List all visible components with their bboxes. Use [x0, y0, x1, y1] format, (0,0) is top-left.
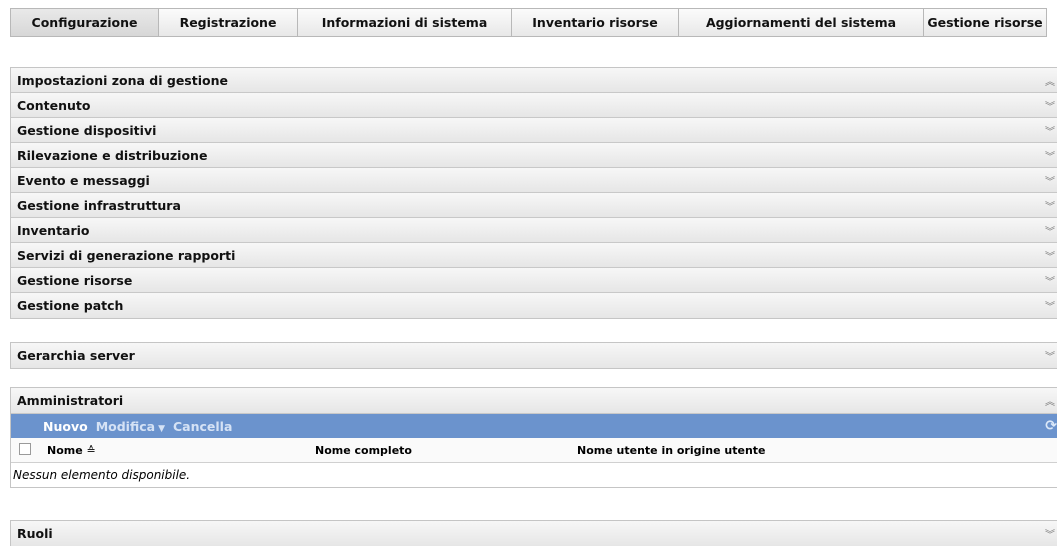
expand-icon[interactable]: ︾	[1045, 223, 1055, 238]
section-label: Ruoli	[17, 526, 53, 541]
column-label: Nome	[47, 444, 83, 457]
admin-toolbar: Nuovo Modifica ▼ Cancella ⟳	[11, 414, 1057, 438]
section-label: Rilevazione e distribuzione	[17, 147, 208, 163]
delete-button[interactable]: Cancella	[173, 419, 232, 434]
chevron-down-icon: ▼	[158, 423, 165, 434]
section-rilevazione[interactable]: Rilevazione e distribuzione ︾	[11, 143, 1057, 168]
section-label: Amministratori	[17, 393, 124, 408]
section-label: Evento e messaggi	[17, 172, 150, 188]
tab-bar: Configurazione Registrazione Informazion…	[10, 8, 1047, 38]
sort-ascending-icon: ≙	[86, 444, 96, 457]
column-nome-utente-origine[interactable]: Nome utente in origine utente	[577, 444, 766, 457]
section-inventario[interactable]: Inventario ︾	[11, 218, 1057, 243]
expand-icon[interactable]: ︾	[1045, 123, 1055, 138]
empty-message: Nessun elemento disponibile.	[11, 463, 1057, 487]
expand-icon[interactable]: ︾	[1045, 526, 1055, 541]
section-evento-messaggi[interactable]: Evento e messaggi ︾	[11, 168, 1057, 193]
expand-icon[interactable]: ︾	[1045, 98, 1055, 113]
section-label: Inventario	[17, 222, 90, 238]
section-label: Gestione dispositivi	[17, 122, 157, 138]
tab-inventario-risorse[interactable]: Inventario risorse	[512, 8, 679, 37]
edit-dropdown[interactable]: Modifica ▼	[96, 419, 165, 434]
expand-icon[interactable]: ︾	[1045, 348, 1055, 363]
new-button[interactable]: Nuovo	[43, 419, 88, 434]
section-gerarchia-server[interactable]: Gerarchia server ︾	[11, 343, 1057, 368]
zone-settings-panel: Impostazioni zona di gestione ︽ Contenuto…	[10, 67, 1057, 319]
tab-gestione-risorse[interactable]: Gestione risorse	[924, 8, 1047, 37]
section-label: Gerarchia server	[17, 348, 135, 363]
section-servizi-rapporti[interactable]: Servizi di generazione rapporti ︾	[11, 243, 1057, 268]
expand-icon[interactable]: ︾	[1045, 248, 1055, 263]
roles-panel: Ruoli ︾	[10, 520, 1057, 546]
expand-icon[interactable]: ︾	[1045, 298, 1055, 313]
section-gestione-dispositivi[interactable]: Gestione dispositivi ︾	[11, 118, 1057, 143]
section-gestione-risorse[interactable]: Gestione risorse ︾	[11, 268, 1057, 293]
column-nome-completo[interactable]: Nome completo	[315, 444, 412, 457]
collapse-icon[interactable]: ︽	[1045, 73, 1055, 88]
server-hierarchy-panel: Gerarchia server ︾	[10, 342, 1057, 369]
section-gestione-patch[interactable]: Gestione patch ︾	[11, 293, 1057, 318]
edit-label: Modifica	[95, 418, 156, 434]
expand-icon[interactable]: ︾	[1045, 148, 1055, 163]
refresh-icon[interactable]: ⟳	[1045, 418, 1057, 434]
section-label: Gestione patch	[17, 298, 124, 313]
section-amministratori[interactable]: Amministratori ︽	[11, 388, 1057, 414]
tab-configurazione[interactable]: Configurazione	[10, 8, 159, 37]
section-label: Gestione risorse	[17, 272, 133, 288]
section-gestione-infrastruttura[interactable]: Gestione infrastruttura ︾	[11, 193, 1057, 218]
column-nome[interactable]: Nome ≙	[47, 444, 96, 457]
tab-registrazione[interactable]: Registrazione	[159, 8, 298, 37]
section-ruoli[interactable]: Ruoli ︾	[11, 521, 1057, 546]
expand-icon[interactable]: ︾	[1045, 173, 1055, 188]
expand-icon[interactable]: ︾	[1045, 273, 1055, 288]
administrators-panel: Amministratori ︽ Nuovo Modifica ▼ Cancella…	[10, 387, 1057, 488]
tab-informazioni-di-sistema[interactable]: Informazioni di sistema	[298, 8, 512, 37]
collapse-icon[interactable]: ︽	[1045, 393, 1055, 408]
section-label: Gestione infrastruttura	[17, 197, 181, 213]
section-label: Contenuto	[17, 97, 91, 113]
select-all-checkbox[interactable]	[19, 443, 31, 455]
section-label: Impostazioni zona di gestione	[17, 72, 228, 88]
section-label: Servizi di generazione rapporti	[17, 247, 236, 263]
tab-aggiornamenti-del-sistema[interactable]: Aggiornamenti del sistema	[679, 8, 924, 37]
expand-icon[interactable]: ︾	[1045, 198, 1055, 213]
table-header: Nome ≙ Nome completo Nome utente in orig…	[11, 438, 1057, 463]
section-contenuto[interactable]: Contenuto ︾	[11, 93, 1057, 118]
section-impostazioni-zona[interactable]: Impostazioni zona di gestione ︽	[11, 68, 1057, 93]
